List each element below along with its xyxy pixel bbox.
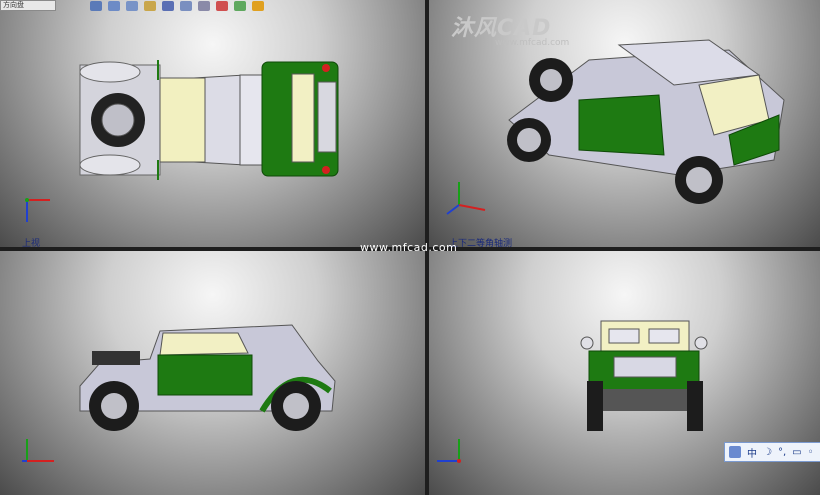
- side-doors: [157, 354, 253, 396]
- mirror-left: [580, 336, 594, 350]
- fender-left: [79, 61, 141, 83]
- axis-triad: [25, 198, 50, 222]
- car-isometric-view: [446, 39, 785, 215]
- viewport-isometric[interactable]: 沐风CAD www.mfcad.com 上下二等角轴测: [429, 0, 820, 247]
- side-windows: [159, 332, 249, 356]
- ime-mode-button[interactable]: 中: [747, 445, 757, 460]
- windshield: [291, 73, 315, 163]
- axis-triad: [446, 182, 486, 215]
- lamp-icon: [322, 64, 330, 72]
- viewport-side[interactable]: [0, 251, 425, 495]
- axis-triad: [22, 439, 54, 462]
- fender-right: [79, 154, 141, 176]
- ime-moon-icon[interactable]: ☽: [763, 447, 772, 458]
- watermark: www.mfcad.com: [360, 241, 458, 254]
- front-panel: [317, 81, 337, 153]
- lamp-icon: [322, 166, 330, 174]
- ime-toolbar[interactable]: 中 ☽ °, ▭ ◦: [724, 442, 820, 462]
- car-side-view: [22, 324, 336, 462]
- mirror-right: [694, 336, 708, 350]
- left-wheel: [587, 381, 603, 431]
- roof-rear: [159, 77, 206, 163]
- ime-settings-icon[interactable]: ◦: [808, 447, 814, 458]
- axis-triad: [437, 439, 461, 463]
- bumper: [599, 389, 691, 411]
- spare-hub: [101, 103, 135, 137]
- view-label: 上下二等角轴测: [449, 239, 513, 247]
- spare-tire: [92, 351, 140, 365]
- ime-punctuation-button[interactable]: °,: [778, 447, 786, 458]
- side-doors: [578, 94, 665, 156]
- ime-keyboard-icon[interactable]: ▭: [792, 447, 801, 458]
- right-wheel: [687, 381, 703, 431]
- ime-logo-icon[interactable]: [729, 446, 741, 458]
- car-top-view: [25, 60, 339, 222]
- viewport-top[interactable]: 方向盘 上视: [0, 0, 425, 247]
- view-label: 上视: [22, 239, 41, 247]
- front-panel: [613, 356, 677, 378]
